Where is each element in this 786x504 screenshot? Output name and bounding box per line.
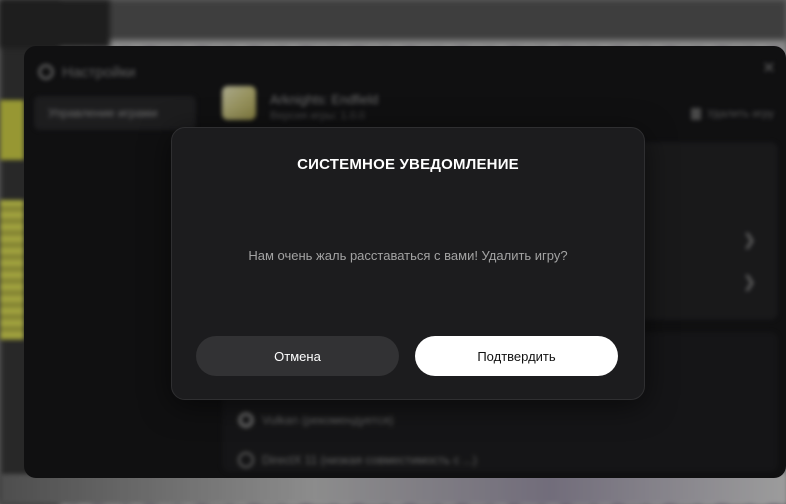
system-notification-dialog: СИСТЕМНОЕ УВЕДОМЛЕНИЕ Нам очень жаль рас…	[171, 127, 645, 400]
dialog-title: СИСТЕМНОЕ УВЕДОМЛЕНИЕ	[297, 156, 519, 173]
cancel-button[interactable]: Отмена	[196, 336, 399, 376]
confirm-button[interactable]: Подтвердить	[415, 336, 618, 376]
dialog-message: Нам очень жаль расставаться с вами! Удал…	[248, 248, 568, 263]
